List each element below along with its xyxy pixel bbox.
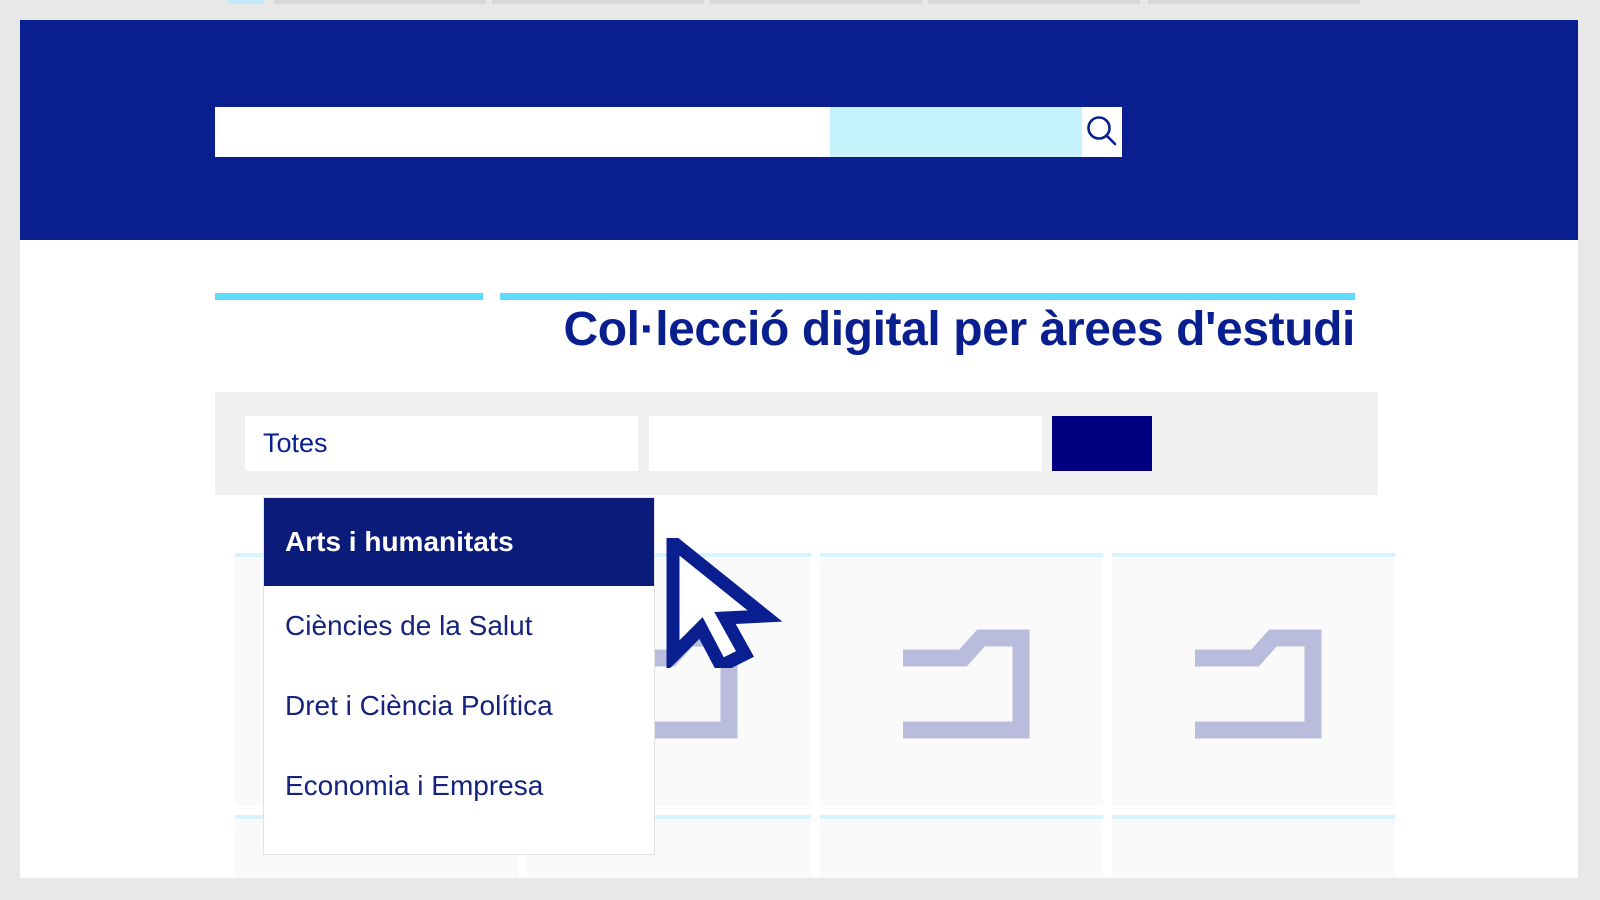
folder-icon <box>881 612 1041 752</box>
search-scope-field[interactable] <box>830 107 1082 157</box>
folder-icon <box>1173 874 1333 879</box>
collection-card[interactable] <box>819 815 1103 879</box>
area-dropdown-list[interactable]: Arts i humanitats Ciències de la Salut Dre… <box>263 497 655 855</box>
search-input[interactable] <box>215 107 830 157</box>
dropdown-option[interactable]: Ciències de la Salut <box>264 586 654 666</box>
browser-chrome-strip <box>0 0 1600 20</box>
folder-icon <box>881 874 1041 879</box>
dropdown-option[interactable]: Dret i Ciència Política <box>264 666 654 746</box>
page-document: Col·lecció digital per àrees d'estudi Ar… <box>20 20 1578 878</box>
browser-tab-1[interactable] <box>274 0 486 4</box>
collection-card[interactable] <box>1111 553 1395 806</box>
filter-submit-button[interactable] <box>1052 416 1152 471</box>
area-select[interactable] <box>245 416 638 471</box>
search-submit-button[interactable] <box>1082 107 1122 157</box>
dropdown-option[interactable]: Economia i Empresa <box>264 746 654 826</box>
global-search-widget[interactable] <box>215 107 1122 157</box>
area-filter-bar <box>215 392 1378 495</box>
site-masthead <box>20 20 1578 240</box>
folder-icon <box>589 874 749 879</box>
folder-icon <box>1173 612 1333 752</box>
filter-controls <box>245 416 1152 471</box>
accent-rule-right <box>500 293 1355 300</box>
browser-tab-5[interactable] <box>1148 0 1360 4</box>
collection-card[interactable] <box>819 553 1103 806</box>
browser-tab-2[interactable] <box>492 0 704 4</box>
filter-text-input[interactable] <box>649 416 1042 471</box>
folder-icon <box>297 874 457 879</box>
collection-card[interactable] <box>1111 815 1395 879</box>
dropdown-option[interactable]: Arts i humanitats <box>264 498 654 586</box>
browser-tab-3[interactable] <box>710 0 922 4</box>
search-icon <box>1082 112 1122 152</box>
page-title: Col·lecció digital per àrees d'estudi <box>563 303 1356 356</box>
page-title-band: Col·lecció digital per àrees d'estudi <box>20 240 1578 388</box>
accent-rule-left <box>215 293 483 300</box>
browser-tab-pill-active[interactable] <box>228 0 264 4</box>
browser-tab-4[interactable] <box>928 0 1140 4</box>
